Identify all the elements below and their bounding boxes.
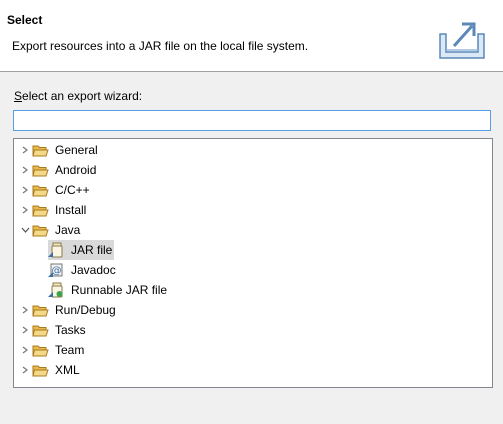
tree-item-runnable-jar[interactable]: Runnable JAR file bbox=[48, 280, 169, 300]
tree-item-tasks[interactable]: Tasks bbox=[20, 320, 88, 340]
tree-item-javadoc[interactable]: @ Javadoc bbox=[48, 260, 118, 280]
wizard-tree[interactable]: General Android C/C++ Install Java JAR f… bbox=[13, 138, 493, 388]
tree-item-cpp[interactable]: C/C++ bbox=[20, 180, 92, 200]
tree-item-label: Javadoc bbox=[71, 263, 116, 277]
chevron-right-icon[interactable] bbox=[20, 180, 30, 200]
tree-item-xml[interactable]: XML bbox=[20, 360, 82, 380]
tree-item-label: XML bbox=[55, 363, 80, 377]
folder-icon bbox=[32, 160, 50, 180]
tree-item-general[interactable]: General bbox=[20, 140, 100, 160]
folder-icon bbox=[32, 140, 50, 160]
runnable-jar-icon bbox=[48, 280, 66, 300]
page-title: Select bbox=[7, 13, 43, 27]
tree-item-android[interactable]: Android bbox=[20, 160, 98, 180]
tree-item-team[interactable]: Team bbox=[20, 340, 86, 360]
tree-item-label: Tasks bbox=[55, 323, 86, 337]
folder-open-icon bbox=[32, 220, 50, 240]
chevron-right-icon[interactable] bbox=[20, 360, 30, 380]
folder-icon bbox=[32, 360, 50, 380]
folder-icon bbox=[32, 320, 50, 340]
wizard-filter-input[interactable] bbox=[13, 110, 491, 131]
jar-file-icon bbox=[48, 240, 66, 260]
folder-icon bbox=[32, 200, 50, 220]
tree-item-label: Team bbox=[55, 343, 85, 357]
chevron-right-icon[interactable] bbox=[20, 160, 30, 180]
export-icon bbox=[439, 22, 485, 59]
tree-item-jar-file[interactable]: JAR file bbox=[48, 240, 115, 260]
wizard-label: Select an export wizard: bbox=[14, 89, 142, 103]
tree-item-install[interactable]: Install bbox=[20, 200, 88, 220]
tree-item-java[interactable]: Java bbox=[20, 220, 82, 240]
tree-item-label: C/C++ bbox=[55, 183, 90, 197]
chevron-right-icon[interactable] bbox=[20, 200, 30, 220]
folder-icon bbox=[32, 180, 50, 200]
chevron-right-icon[interactable] bbox=[20, 320, 30, 340]
chevron-down-icon[interactable] bbox=[20, 220, 30, 240]
page-description: Export resources into a JAR file on the … bbox=[12, 39, 309, 53]
folder-icon bbox=[32, 340, 50, 360]
folder-icon bbox=[32, 300, 50, 320]
tree-item-label: Android bbox=[55, 163, 97, 177]
tree-item-label: Runnable JAR file bbox=[71, 283, 168, 297]
chevron-right-icon[interactable] bbox=[20, 300, 30, 320]
tree-item-label: Install bbox=[55, 203, 87, 217]
wizard-label-text: elect an export wizard: bbox=[22, 89, 143, 103]
wizard-header: Select Export resources into a JAR file … bbox=[0, 0, 503, 72]
tree-item-label: Java bbox=[55, 223, 81, 237]
javadoc-icon: @ bbox=[48, 260, 66, 280]
tree-item-label: Run/Debug bbox=[55, 303, 116, 317]
chevron-right-icon[interactable] bbox=[20, 340, 30, 360]
tree-item-run-debug[interactable]: Run/Debug bbox=[20, 300, 118, 320]
chevron-right-icon[interactable] bbox=[20, 140, 30, 160]
tree-item-label: JAR file bbox=[71, 243, 113, 257]
tree-item-label: General bbox=[55, 143, 98, 157]
wizard-label-mnemonic: S bbox=[14, 89, 23, 103]
